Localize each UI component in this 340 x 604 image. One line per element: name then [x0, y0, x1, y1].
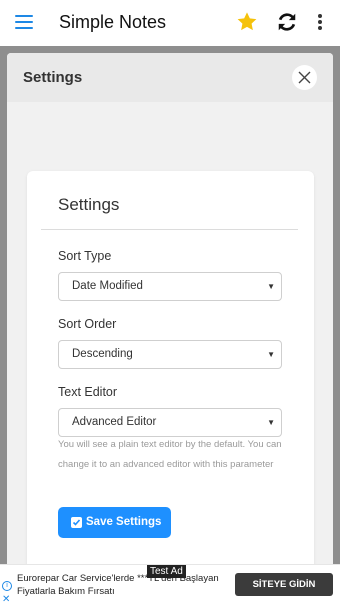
close-button[interactable] [292, 65, 317, 90]
text-editor-value: Advanced Editor [72, 416, 157, 428]
menu-icon[interactable] [15, 15, 33, 29]
sort-type-label: Sort Type [58, 249, 112, 263]
card-title: Settings [58, 195, 120, 214]
sort-order-label: Sort Order [58, 317, 117, 331]
sync-icon[interactable] [276, 11, 298, 33]
text-editor-label: Text Editor [58, 385, 118, 399]
modal-title: Settings [23, 69, 83, 86]
star-icon[interactable] [236, 11, 258, 33]
settings-card: Settings Sort Type Date Modified ▼ Sort … [27, 171, 314, 564]
app-title: Simple Notes [59, 12, 167, 32]
dropdown-caret-icon: ▼ [267, 418, 275, 427]
ad-text[interactable]: Eurorepar Car Service'lerde ***TL'den Ba… [17, 572, 227, 598]
save-settings-button[interactable]: Save Settings [58, 507, 171, 538]
checkbox-icon [71, 517, 82, 528]
divider [41, 229, 298, 230]
sort-order-value: Descending [72, 348, 133, 360]
text-editor-help: You will see a plain text editor by the … [58, 439, 282, 470]
save-settings-label: Save Settings [86, 516, 162, 528]
test-ad-label: Test Ad [147, 565, 186, 578]
settings-modal: Settings Settings Sort Type Date Modifie… [7, 53, 333, 564]
sort-order-select[interactable]: Descending ▼ [58, 340, 282, 369]
ad-info-icon[interactable]: i [2, 581, 12, 591]
ad-close-icon[interactable]: ✕ [2, 594, 10, 604]
dropdown-caret-icon: ▼ [267, 282, 275, 291]
close-icon [298, 71, 311, 84]
sort-type-value: Date Modified [72, 280, 143, 292]
ad-banner[interactable]: i ✕ Eurorepar Car Service'lerde ***TL'de… [0, 564, 340, 604]
text-editor-select[interactable]: Advanced Editor ▼ [58, 408, 282, 437]
dropdown-caret-icon: ▼ [267, 350, 275, 359]
app-bar: Simple Notes [0, 0, 340, 46]
modal-body: Settings Sort Type Date Modified ▼ Sort … [7, 102, 333, 564]
modal-header: Settings [7, 53, 333, 102]
more-vertical-icon[interactable] [317, 14, 323, 32]
sort-type-select[interactable]: Date Modified ▼ [58, 272, 282, 301]
ad-cta-button[interactable]: SİTEYE GİDİN [235, 573, 333, 596]
